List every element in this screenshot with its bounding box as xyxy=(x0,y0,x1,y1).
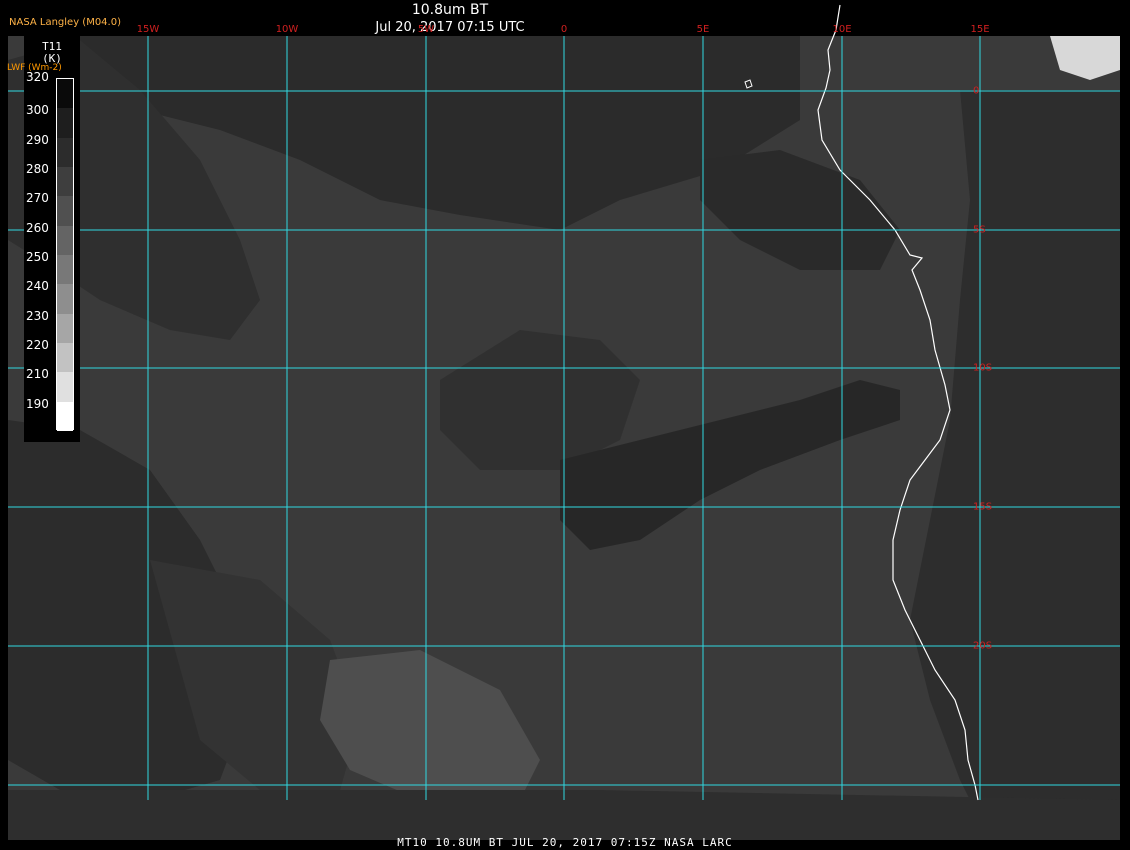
longitude-label: 0 xyxy=(560,24,568,35)
longitude-label: 10W xyxy=(275,24,299,35)
legend-color-step xyxy=(57,284,73,315)
legend-color-step xyxy=(57,137,73,168)
legend-tick-label: 280 xyxy=(26,162,49,176)
footer-caption: MT10 10.8UM BT JUL 20, 2017 07:15Z NASA … xyxy=(397,836,733,849)
legend-color-step xyxy=(57,79,73,109)
legend-color-step xyxy=(57,196,73,227)
latitude-label: 20S xyxy=(973,640,993,652)
legend-tick-label: 240 xyxy=(26,279,49,294)
latitude-label: 10S xyxy=(973,362,993,374)
legend-tick-label: 210 xyxy=(26,367,49,382)
legend-tick-label: 250 xyxy=(26,250,49,264)
longitude-label: 5E xyxy=(696,24,710,35)
latitude-label: 0 xyxy=(973,85,980,97)
legend-tick-label: 270 xyxy=(26,191,49,206)
legend-color-step xyxy=(57,401,73,432)
legend-tick-label: 300 xyxy=(26,103,49,118)
legend-color-step xyxy=(57,108,73,139)
legend-tick-label: 230 xyxy=(26,308,49,323)
legend-tick-label: 220 xyxy=(26,338,49,352)
longitude-label: 5W xyxy=(417,24,435,35)
legend-title: T11 (K) xyxy=(24,41,80,65)
legend-color-step xyxy=(57,225,73,256)
legend-color-step xyxy=(57,343,73,373)
legend-panel: T11 (K) 320 300 290 280 270 260 250 240 230 220 21… xyxy=(24,36,80,442)
map-timestamp: Jul 20, 2017 07:15 UTC xyxy=(375,20,525,35)
latitude-label: 15S xyxy=(973,501,993,513)
legend-color-step xyxy=(57,255,73,285)
legend-unit-label: LWF (Wm-2) xyxy=(7,63,62,73)
map-title: 10.8um BT xyxy=(411,2,489,18)
satellite-image xyxy=(0,0,1130,850)
latitude-label: 5S xyxy=(973,224,986,236)
legend-color-step xyxy=(57,372,73,403)
legend-tick-label: 260 xyxy=(26,220,49,235)
legend-color-bar xyxy=(56,78,74,432)
longitude-label: 15W xyxy=(136,24,160,35)
legend-color-step xyxy=(57,167,73,197)
longitude-label: 10E xyxy=(832,24,852,35)
longitude-label: 15E xyxy=(970,24,990,35)
legend-tick-label: 290 xyxy=(26,132,49,147)
legend-color-step xyxy=(57,313,73,344)
legend-tick-label: 190 xyxy=(26,396,49,411)
